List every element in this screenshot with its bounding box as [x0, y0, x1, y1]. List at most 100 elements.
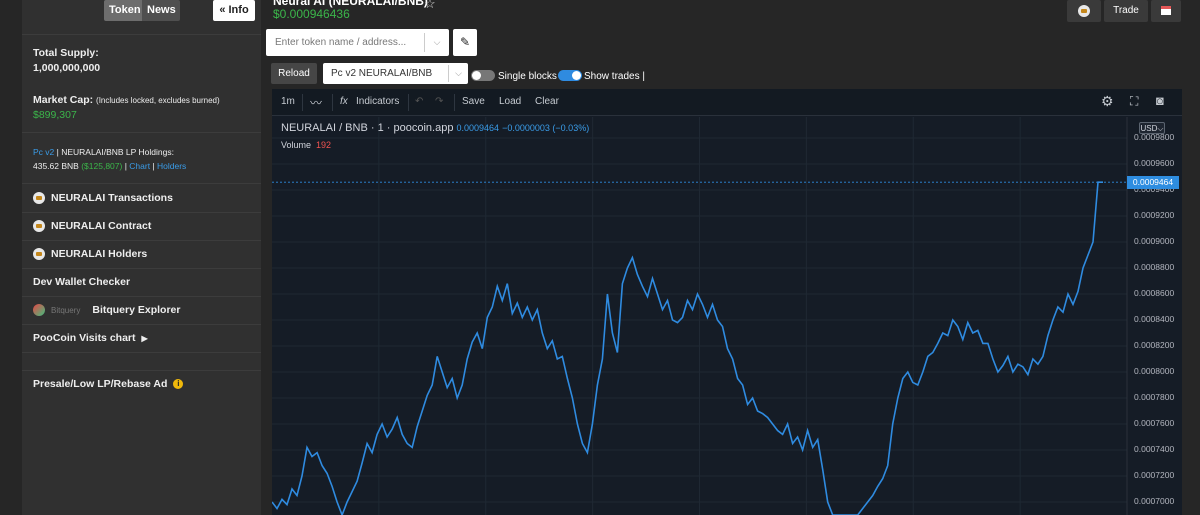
price-series-line — [272, 181, 1103, 515]
volume-value: 192 — [316, 140, 332, 150]
indicators-button[interactable]: Indicators — [356, 96, 399, 107]
fullscreen-icon[interactable]: ⛶ — [1130, 94, 1138, 109]
show-trades-label: Show trades | — [584, 71, 645, 82]
total-supply-value: 1,000,000,000 — [33, 62, 101, 74]
lp-chart-link[interactable]: Chart — [129, 161, 150, 171]
show-trades-toggle[interactable] — [558, 70, 582, 81]
bitquery-icon — [33, 304, 45, 316]
divider — [22, 240, 261, 241]
trade-button[interactable]: Trade — [1104, 0, 1148, 22]
market-cap-value: $899,307 — [33, 109, 77, 121]
clear-button[interactable]: Clear — [535, 96, 559, 107]
price-tick-label: 0.0008400 — [1134, 314, 1175, 324]
divider — [22, 132, 261, 133]
tab-news[interactable]: News — [142, 0, 180, 21]
chevron-down-icon[interactable]: ⌵ — [448, 65, 468, 82]
divider — [22, 183, 261, 184]
price-tick-label: 0.0009000 — [1134, 236, 1175, 246]
bitquery-brand: Bitquery — [51, 305, 81, 315]
price-tick-label: 0.0007000 — [1134, 496, 1175, 506]
token-news-toggle: Token News — [104, 0, 180, 21]
legend-interval: 1 — [377, 122, 384, 134]
lp-holdings-values: 435.62 BNB ($125,807) | Chart | Holders — [33, 161, 187, 171]
price-tick-label: 0.0009600 — [1134, 158, 1175, 168]
save-button[interactable]: Save — [462, 96, 485, 107]
favorite-star-icon[interactable]: ☆ — [424, 0, 436, 12]
price-tick-label: 0.0007600 — [1134, 418, 1175, 428]
poocoin-icon — [1078, 5, 1090, 17]
price-tick-label: 0.0008000 — [1134, 366, 1175, 376]
price-tick-label: 0.0007200 — [1134, 470, 1175, 480]
toolbar-separator — [454, 94, 455, 111]
chart-legend: NEURALAI / BNB · 1 · poocoin.app 0.00094… — [281, 122, 590, 134]
divider — [22, 324, 261, 325]
chart-type-icon[interactable]: 〰 — [310, 94, 322, 111]
chart-toolbar: 1m 〰 fx Indicators ↶ ↷ Save Load Clear ⚙… — [272, 89, 1182, 116]
wallet-button[interactable] — [1067, 0, 1101, 22]
price-tick-label: 0.0009200 — [1134, 210, 1175, 220]
lp-holders-link[interactable]: Holders — [157, 161, 186, 171]
sidebar-item-dev-wallet-checker[interactable]: Dev Wallet Checker — [33, 276, 130, 288]
sidebar-item-visits-chart[interactable]: PooCoin Visits chart ▶ — [33, 332, 148, 344]
market-cap-note: (Includes locked, excludes burned) — [96, 96, 220, 105]
divider — [22, 352, 261, 353]
price-tick-label: 0.0009800 — [1134, 132, 1175, 142]
lp-holdings-line: Pc v2 | NEURALAI/BNB LP Holdings: — [33, 147, 174, 157]
sidebar-item-holders[interactable]: NEURALAI Holders — [33, 248, 147, 260]
poocoin-icon — [33, 220, 45, 232]
sidebar-item-bitquery[interactable]: Bitquery Bitquery Explorer — [33, 304, 180, 316]
chevron-down-icon[interactable]: ⌵ — [424, 33, 449, 52]
poocoin-icon — [33, 248, 45, 260]
load-button[interactable]: Load — [499, 96, 521, 107]
camera-icon[interactable]: ◙ — [1156, 93, 1164, 108]
market-cap-label: Market Cap: (Includes locked, excludes b… — [33, 94, 220, 106]
poocoin-icon — [33, 192, 45, 204]
chart-canvas[interactable] — [272, 89, 1182, 515]
interval-button[interactable]: 1m — [281, 96, 295, 107]
lp-bnb-value: 435.62 BNB — [33, 161, 79, 171]
divider — [22, 34, 261, 35]
price-tick-label: 0.0008600 — [1134, 288, 1175, 298]
toolbar-separator — [302, 94, 303, 111]
price-tick-label: 0.0007400 — [1134, 444, 1175, 454]
info-button[interactable]: « Info — [213, 0, 255, 21]
price-chart[interactable]: 1m 〰 fx Indicators ↶ ↷ Save Load Clear ⚙… — [272, 89, 1182, 515]
token-price: $0.000946436 — [273, 7, 350, 21]
sidebar-item-contract[interactable]: NEURALAI Contract — [33, 220, 151, 232]
legend-last: 0.0009464 — [456, 123, 500, 133]
toolbar-separator — [408, 94, 409, 111]
undo-icon[interactable]: ↶ — [415, 96, 423, 107]
single-blocks-label: Single blocks — [498, 71, 557, 82]
settings-gear-icon[interactable]: ⚙ — [1101, 93, 1114, 110]
pair-select[interactable]: Pc v2 NEURALAI/BNB ⌵ — [323, 63, 468, 84]
total-supply-label: Total Supply: — [33, 47, 99, 59]
presale-ad-link[interactable]: Presale/Low LP/Rebase Ad i — [33, 378, 184, 390]
reload-button[interactable]: Reload — [271, 63, 317, 84]
indicators-fx-icon[interactable]: fx — [340, 96, 348, 107]
sidebar-item-transactions[interactable]: NEURALAI Transactions — [33, 192, 173, 204]
divider — [22, 296, 261, 297]
dex-link[interactable]: Pc v2 — [33, 147, 54, 157]
token-search-input[interactable]: Enter token name / address... ⌵ — [266, 29, 449, 56]
divider — [22, 268, 261, 269]
toolbar-separator — [332, 94, 333, 111]
volume-legend: Volume 192 — [281, 140, 332, 150]
caret-right-icon: ▶ — [141, 333, 148, 343]
calendar-icon[interactable] — [1151, 0, 1181, 22]
tab-token[interactable]: Token — [104, 0, 142, 21]
edit-icon[interactable]: ✎ — [453, 29, 477, 56]
last-price-tag: 0.0009464 — [1127, 175, 1179, 189]
price-tick-label: 0.0007800 — [1134, 392, 1175, 402]
redo-icon[interactable]: ↷ — [435, 96, 443, 107]
price-tick-label: 0.0008200 — [1134, 340, 1175, 350]
legend-symbol: NEURALAI / BNB — [281, 122, 368, 134]
divider — [22, 370, 261, 371]
info-warning-icon: i — [173, 379, 184, 389]
legend-change: −0.0000003 (−0.03%) — [502, 123, 590, 133]
price-tick-label: 0.0008800 — [1134, 262, 1175, 272]
lp-usd-value: ($125,807) — [81, 161, 123, 171]
divider — [22, 212, 261, 213]
sidebar: Token News « Info Total Supply: 1,000,00… — [22, 0, 261, 515]
legend-source: poocoin.app — [393, 122, 454, 134]
single-blocks-toggle[interactable] — [471, 70, 495, 81]
